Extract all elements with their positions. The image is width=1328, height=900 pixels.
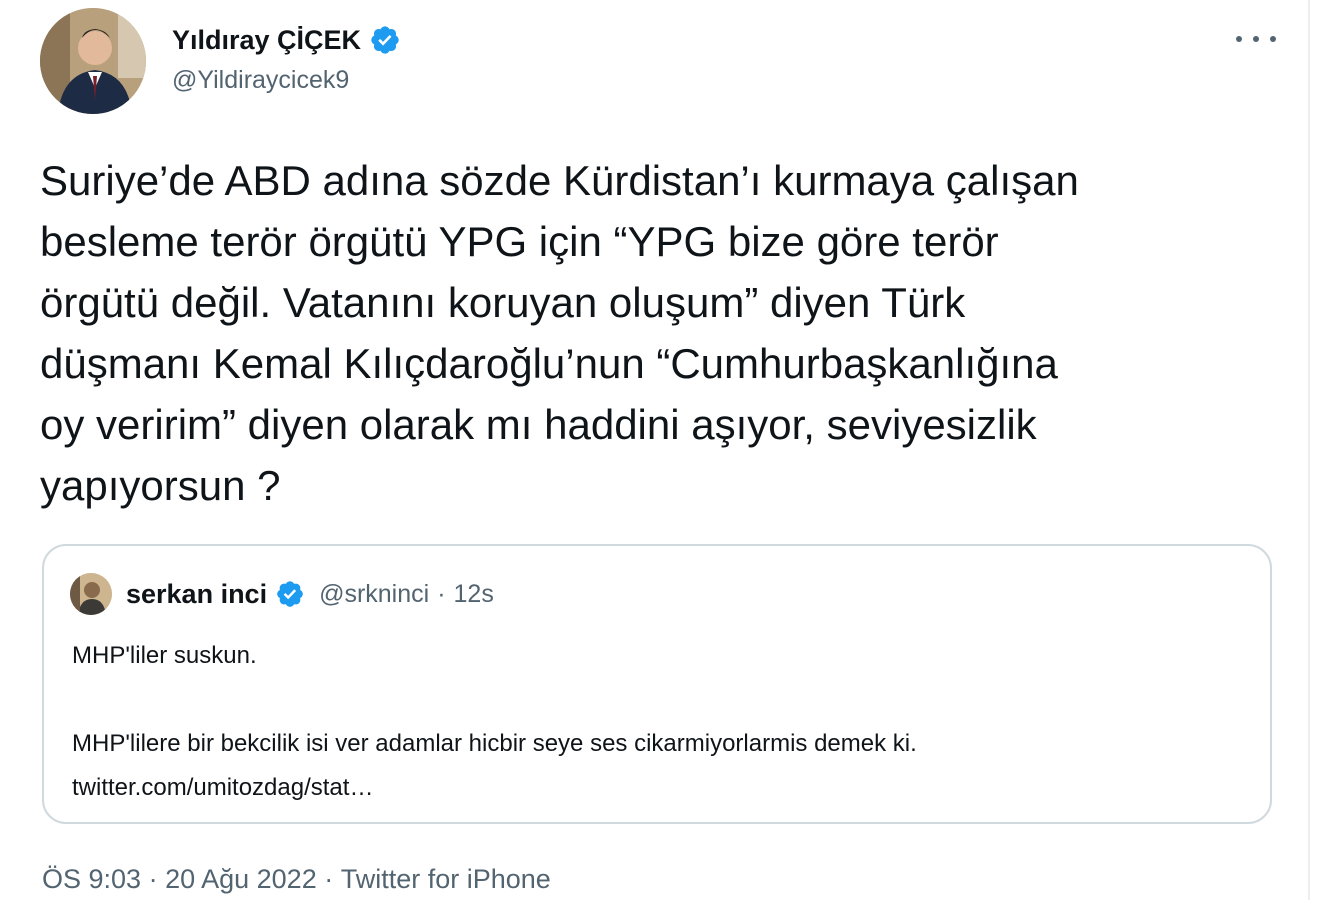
quoted-author-name: serkan inci: [126, 578, 268, 609]
tweet-date[interactable]: 20 Ağu 2022: [165, 864, 317, 895]
quoted-author-handle: @srkninci: [319, 579, 430, 608]
tweet-text: Suriye’de ABD adına sözde Kürdistan’ı ku…: [40, 157, 1079, 509]
quoted-time: 12s: [453, 579, 494, 608]
meta-separator: ·: [316, 864, 341, 894]
meta-separator: ·: [141, 864, 166, 894]
tweet-card: Yıldıray ÇİÇEK @Yildiraycicek9 Suriye’de…: [0, 0, 1310, 900]
quoted-text-blank-line: [72, 678, 1252, 722]
author-info: Yıldıray ÇİÇEK @Yildiraycicek9: [172, 22, 401, 95]
tweet-header: Yıldıray ÇİÇEK @Yildiraycicek9: [40, 8, 1290, 118]
tweet-meta: ÖS 9:03 · 20 Ağu 2022 · Twitter for iPho…: [42, 864, 551, 895]
author-handle[interactable]: @Yildiraycicek9: [172, 66, 401, 95]
quoted-tweet-header: serkan inci @srkninci · 12s: [70, 572, 494, 616]
quoted-text-line: MHP'liler suskun.: [72, 642, 257, 669]
verified-badge-icon: [275, 579, 305, 609]
quoted-separator: ·: [437, 579, 446, 608]
verified-badge-icon: [369, 24, 401, 56]
tweet-source[interactable]: Twitter for iPhone: [341, 864, 551, 895]
quoted-tweet-link[interactable]: twitter.com/umitozdag/stat…: [72, 766, 1252, 810]
tweet-time[interactable]: ÖS 9:03: [42, 864, 141, 895]
quoted-text-line: MHP'lilere bir bekcilik isi ver adamlar …: [72, 730, 917, 757]
more-horizontal-icon: [1270, 36, 1276, 42]
quoted-tweet-text: MHP'liler suskun. MHP'lilere bir bekcili…: [72, 634, 1252, 810]
more-horizontal-icon: [1253, 36, 1259, 42]
author-name-row: Yıldıray ÇİÇEK: [172, 22, 401, 58]
profile-photo-icon: [70, 573, 112, 615]
quoted-author-avatar: [70, 573, 112, 615]
author-name[interactable]: Yıldıray ÇİÇEK: [172, 25, 361, 56]
profile-photo-icon: [40, 8, 146, 114]
author-avatar[interactable]: [40, 8, 146, 114]
quoted-tweet[interactable]: serkan inci @srkninci · 12s MHP'liler su…: [42, 544, 1272, 824]
more-options-button[interactable]: [1236, 26, 1276, 52]
more-horizontal-icon: [1236, 36, 1242, 42]
